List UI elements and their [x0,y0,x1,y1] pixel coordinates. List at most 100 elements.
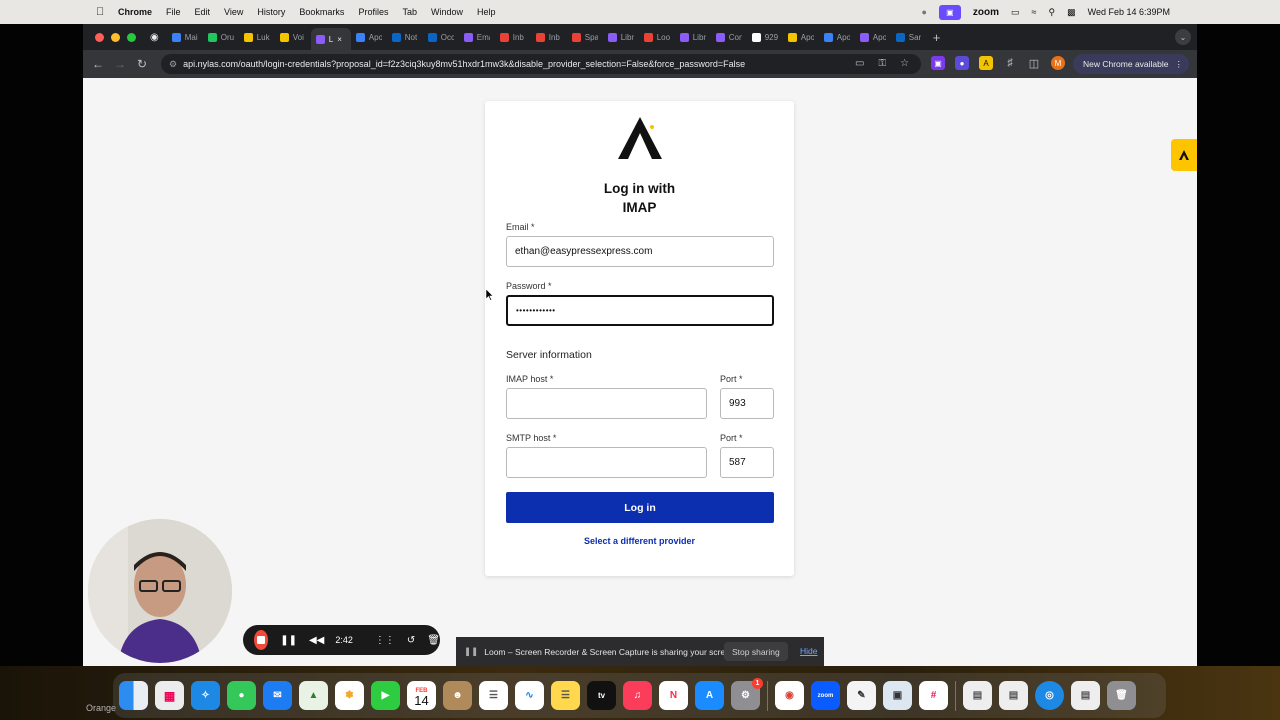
search-icon[interactable]: ⚲ [1049,7,1056,18]
select-provider-link[interactable]: Select a different provider [485,536,794,546]
browser-tab[interactable]: Luk [239,26,275,48]
menu-help[interactable]: Help [477,7,496,17]
menu-bookmarks[interactable]: Bookmarks [299,7,344,17]
globe-icon[interactable]: ◎ [1035,681,1064,710]
recording-tab-icon[interactable]: ◉ [150,32,159,43]
extensions-puzzle-icon[interactable]: ♯ [1003,56,1017,70]
close-window-button[interactable] [95,32,104,42]
browser-tab[interactable]: Spa [567,26,603,48]
profile-avatar[interactable]: M [1051,56,1065,70]
facetime-icon[interactable]: ▶ [371,681,400,710]
browser-tab[interactable]: 929 [747,26,783,48]
menu-edit[interactable]: Edit [195,7,211,17]
app-store-icon[interactable]: A [695,681,724,710]
music-icon[interactable]: ♫ [623,681,652,710]
preview-icon[interactable]: ▣ [883,681,912,710]
close-tab-icon[interactable]: × [337,35,342,44]
mail-icon[interactable]: ✉ [263,681,292,710]
pause-icon[interactable]: ❚❚ [280,635,297,646]
menu-window[interactable]: Window [431,7,463,17]
address-bar[interactable]: ⚙ api.nylas.com/oauth/login-credentials?… [161,54,921,74]
browser-tab[interactable]: Libr [603,26,639,48]
zoom-menubar-label[interactable]: zoom [973,7,999,18]
stop-sharing-button[interactable]: Stop sharing [724,642,788,661]
cast-icon[interactable]: ▭ [855,58,864,69]
battery-icon[interactable]: ▭ [1011,7,1020,18]
browser-tab[interactable]: Libr [675,26,711,48]
system-settings-icon[interactable]: ⚙ 1 [731,678,763,710]
tab-search-chevron-icon[interactable]: ⌄ [1175,29,1191,45]
browser-tab[interactable]: L × [310,28,351,50]
webcam-bubble[interactable] [88,519,232,663]
finder-icon[interactable] [119,681,148,710]
browser-tab[interactable]: Occ [423,26,459,48]
site-info-icon[interactable]: ⚙ [169,59,177,70]
menu-file[interactable]: File [166,7,181,17]
control-center-icon[interactable]: ▩ [1067,7,1076,18]
stop-recording-button[interactable] [254,630,269,650]
notes-icon[interactable]: ☰ [551,681,580,710]
pause-sharing-icon[interactable]: ❚❚ [464,646,478,657]
calendar-icon[interactable]: FEB 14 [407,681,436,710]
desktop-item-label[interactable]: Orange [86,703,116,713]
chrome-icon[interactable]: ◉ [775,681,804,710]
trash-icon[interactable]: 🗑 [1107,681,1136,710]
apollo-sidebar-button[interactable] [1171,139,1197,171]
side-panel-icon[interactable]: ◫ [1027,56,1041,70]
microphone-icon[interactable]: ● [921,7,926,17]
menu-tab[interactable]: Tab [402,7,417,17]
reminders-icon[interactable]: ☰ [479,681,508,710]
extension-icon[interactable]: ▣ [931,56,945,70]
drag-handle-icon[interactable]: ⋮⋮ [375,635,395,646]
browser-tab[interactable]: Not [387,26,423,48]
zoom-window-button[interactable] [127,32,136,42]
forward-button[interactable]: → [109,57,131,71]
apple-tv-icon[interactable]: tv [587,681,616,710]
imap-port-field[interactable]: 993 [720,388,774,419]
menu-history[interactable]: History [257,7,285,17]
password-key-icon[interactable]: ⚿ [878,58,886,69]
restart-icon[interactable]: ↺ [407,635,415,646]
news-icon[interactable]: N [659,681,688,710]
launchpad-icon[interactable]: ▦ [155,681,184,710]
zoom-icon[interactable]: zoom [811,681,840,710]
browser-tab[interactable]: Apo [819,26,855,48]
new-tab-button[interactable]: + [933,30,941,45]
kebab-menu-icon[interactable]: ⋮ [1175,59,1184,70]
document-icon[interactable]: ▤ [999,681,1028,710]
photos-icon[interactable]: ✽ [335,681,364,710]
browser-tab[interactable]: Voi [275,26,311,48]
slack-icon[interactable]: # [919,681,948,710]
menu-app-name[interactable]: Chrome [118,7,152,17]
browser-tab[interactable]: Inb [531,26,567,48]
contacts-icon[interactable]: ☻ [443,681,472,710]
browser-tab[interactable]: Loo [639,26,675,48]
control-center-app-icon[interactable]: ▣ [938,4,961,20]
imap-host-field[interactable] [506,388,707,419]
browser-tab[interactable]: Ema [459,26,495,48]
browser-tab[interactable]: Apo [855,26,891,48]
maps-icon[interactable]: ▲ [299,681,328,710]
apollo-extension-icon[interactable]: A [979,56,993,70]
password-field[interactable]: •••••••••••• [506,295,774,326]
apple-menu-icon[interactable]:  [96,6,110,18]
smtp-port-field[interactable]: 587 [720,447,774,478]
email-field[interactable]: ethan@easypressexpress.com [506,236,774,267]
menu-view[interactable]: View [224,7,243,17]
smtp-host-field[interactable] [506,447,707,478]
wifi-icon[interactable]: ≈ [1032,7,1037,17]
extension-icon[interactable]: ● [955,56,969,70]
messages-icon[interactable]: ● [227,681,256,710]
update-chrome-button[interactable]: New Chrome available ⋮ [1072,54,1189,74]
browser-tab[interactable]: Mail [167,26,203,48]
back-button[interactable]: ← [87,57,109,71]
browser-tab[interactable]: Apo [351,26,387,48]
browser-tab[interactable]: Sar [891,26,927,48]
bookmark-star-icon[interactable]: ☆ [900,58,909,69]
menu-profiles[interactable]: Profiles [358,7,388,17]
trash-icon[interactable]: 🗑 [427,635,440,646]
textedit-icon[interactable]: ✎ [847,681,876,710]
browser-tab[interactable]: Con [711,26,747,48]
minimize-window-button[interactable] [111,32,120,42]
clock[interactable]: Wed Feb 14 6:39PM [1088,7,1170,17]
